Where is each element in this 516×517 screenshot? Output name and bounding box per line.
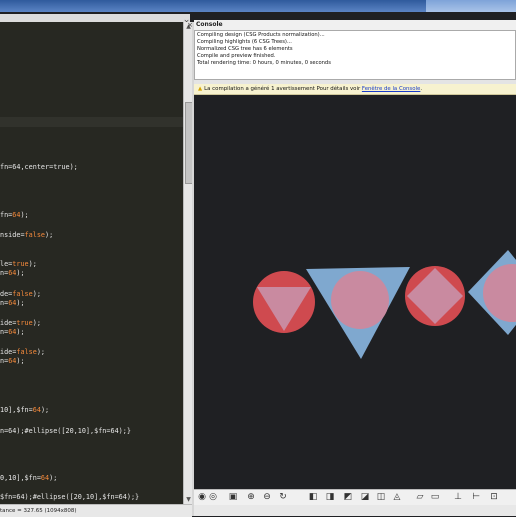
render-icon[interactable]: ◉ <box>197 492 207 503</box>
view-back-icon[interactable]: ◬ <box>392 492 402 503</box>
edges-icon[interactable]: ⊡ <box>489 492 499 503</box>
console-output[interactable]: Compiling design (CSG Products normaliza… <box>194 30 516 80</box>
scale-marks-icon[interactable]: ⊢ <box>471 492 481 503</box>
code-token: ); <box>16 357 25 365</box>
code-token: 64 <box>40 474 50 482</box>
console-line: Compiling highlights (6 CSG Trees)... <box>197 39 292 45</box>
current-line-highlight <box>0 117 183 127</box>
code-token: nside= <box>0 231 25 239</box>
code-token: ); <box>36 348 46 356</box>
code-line[interactable]: n=64); <box>0 356 25 366</box>
code-token: ide= <box>0 319 17 327</box>
code-line[interactable]: fn=64); <box>0 210 29 220</box>
code-line[interactable]: n=64); <box>0 327 25 337</box>
code-token: n= <box>0 357 9 365</box>
code-line[interactable]: n=64); <box>0 298 25 308</box>
code-token: ); <box>28 260 37 268</box>
view-right-icon[interactable]: ◧ <box>308 492 318 503</box>
code-token: $fn=64);#ellipse([20,10],$fn=64);} <box>0 493 140 501</box>
code-token: ); <box>20 211 29 219</box>
code-token: false <box>16 348 37 356</box>
window-titlebar <box>0 0 516 12</box>
code-token: ); <box>16 328 25 336</box>
view-front-icon[interactable]: ◫ <box>376 492 386 503</box>
warning-icon: ▲ <box>198 86 203 92</box>
code-token: true <box>12 260 29 268</box>
warning-bar: ▲ La compilation a généré 1 avertissement… <box>194 84 516 95</box>
code-token: ); <box>32 319 41 327</box>
axes-icon[interactable]: ⊥ <box>453 492 463 503</box>
code-line[interactable]: $fn=64);#ellipse([20,10],$fn=64);} <box>0 492 139 502</box>
zoom-out-icon[interactable]: ⊖ <box>262 492 272 503</box>
code-line[interactable]: n=64); <box>0 268 25 278</box>
console-window-link[interactable]: Fenêtre de la Console <box>362 86 420 92</box>
inscribed-circle-shape <box>331 271 389 329</box>
code-token: ); <box>40 406 50 414</box>
zoom-in-icon[interactable]: ⊕ <box>246 492 256 503</box>
code-token: ); <box>16 299 25 307</box>
orthographic-icon[interactable]: ▭ <box>430 492 440 503</box>
console-line: Compile and preview finished. <box>197 53 276 59</box>
status-text: tance = 327.65 (1094x808) <box>0 508 77 514</box>
code-token: 64 <box>32 406 41 414</box>
zoom-all-icon[interactable]: ▣ <box>228 492 238 503</box>
warning-text: La compilation a généré 1 avertissement … <box>204 86 361 92</box>
code-token: n= <box>0 328 9 336</box>
code-token: le= <box>0 260 13 268</box>
code-line[interactable]: fn=64,center=true); <box>0 162 78 172</box>
perspective-icon[interactable]: ▱ <box>415 492 425 503</box>
code-token: de= <box>0 290 13 298</box>
console-title: Console <box>194 20 516 30</box>
reset-view-icon[interactable]: ↻ <box>278 492 288 503</box>
code-line[interactable]: nside=false); <box>0 230 53 240</box>
code-token: n= <box>0 299 9 307</box>
view-left-icon[interactable]: ◪ <box>360 492 370 503</box>
view-bottom-icon[interactable]: ◩ <box>343 492 353 503</box>
console-line: Normalized CSG tree has 6 elements <box>197 46 293 52</box>
code-token: ); <box>49 474 58 482</box>
code-token: fn=64,center=true); <box>0 163 78 171</box>
code-token: ); <box>32 290 41 298</box>
status-bar: tance = 327.65 (1094x808) <box>0 504 192 517</box>
code-line[interactable]: n=64);#ellipse([20,10],$fn=64);} <box>0 426 131 436</box>
code-token: n=64);#ellipse([20,10],$fn=64);} <box>0 427 131 435</box>
editor-toolbar-strip <box>0 14 190 22</box>
preview-icon[interactable]: ◎ <box>208 492 218 503</box>
3d-viewport[interactable] <box>194 95 516 489</box>
render-canvas[interactable] <box>194 95 516 489</box>
code-token: ide= <box>0 348 17 356</box>
view-top-icon[interactable]: ◨ <box>325 492 335 503</box>
code-token: false <box>24 231 46 239</box>
code-token: ); <box>45 231 54 239</box>
code-token: 10],$fn= <box>0 406 33 414</box>
code-token: ); <box>16 269 25 277</box>
console-close-icon[interactable]: × <box>186 20 194 30</box>
code-line[interactable]: 10],$fn=64); <box>0 405 49 415</box>
code-token: fn= <box>0 211 13 219</box>
console-line: Compiling design (CSG Products normaliza… <box>197 32 325 38</box>
code-token: true <box>16 319 33 327</box>
code-token: false <box>12 290 33 298</box>
code-token: 0,10],$fn= <box>0 474 41 482</box>
code-editor[interactable]: fn=64,center=true); fn=64); nside=false); l… <box>0 22 183 504</box>
viewport-toolbar: ◉ ◎ ▣ ⊕ ⊖ ↻ ◧ ◨ ◩ ◪ ◫ ◬ ▱ ▭ ⊥ ⊢ ⊡ <box>194 489 516 506</box>
console-line: Total rendering time: 0 hours, 0 minutes… <box>197 60 331 66</box>
code-token: n= <box>0 269 9 277</box>
code-line[interactable]: 0,10],$fn=64); <box>0 473 57 483</box>
